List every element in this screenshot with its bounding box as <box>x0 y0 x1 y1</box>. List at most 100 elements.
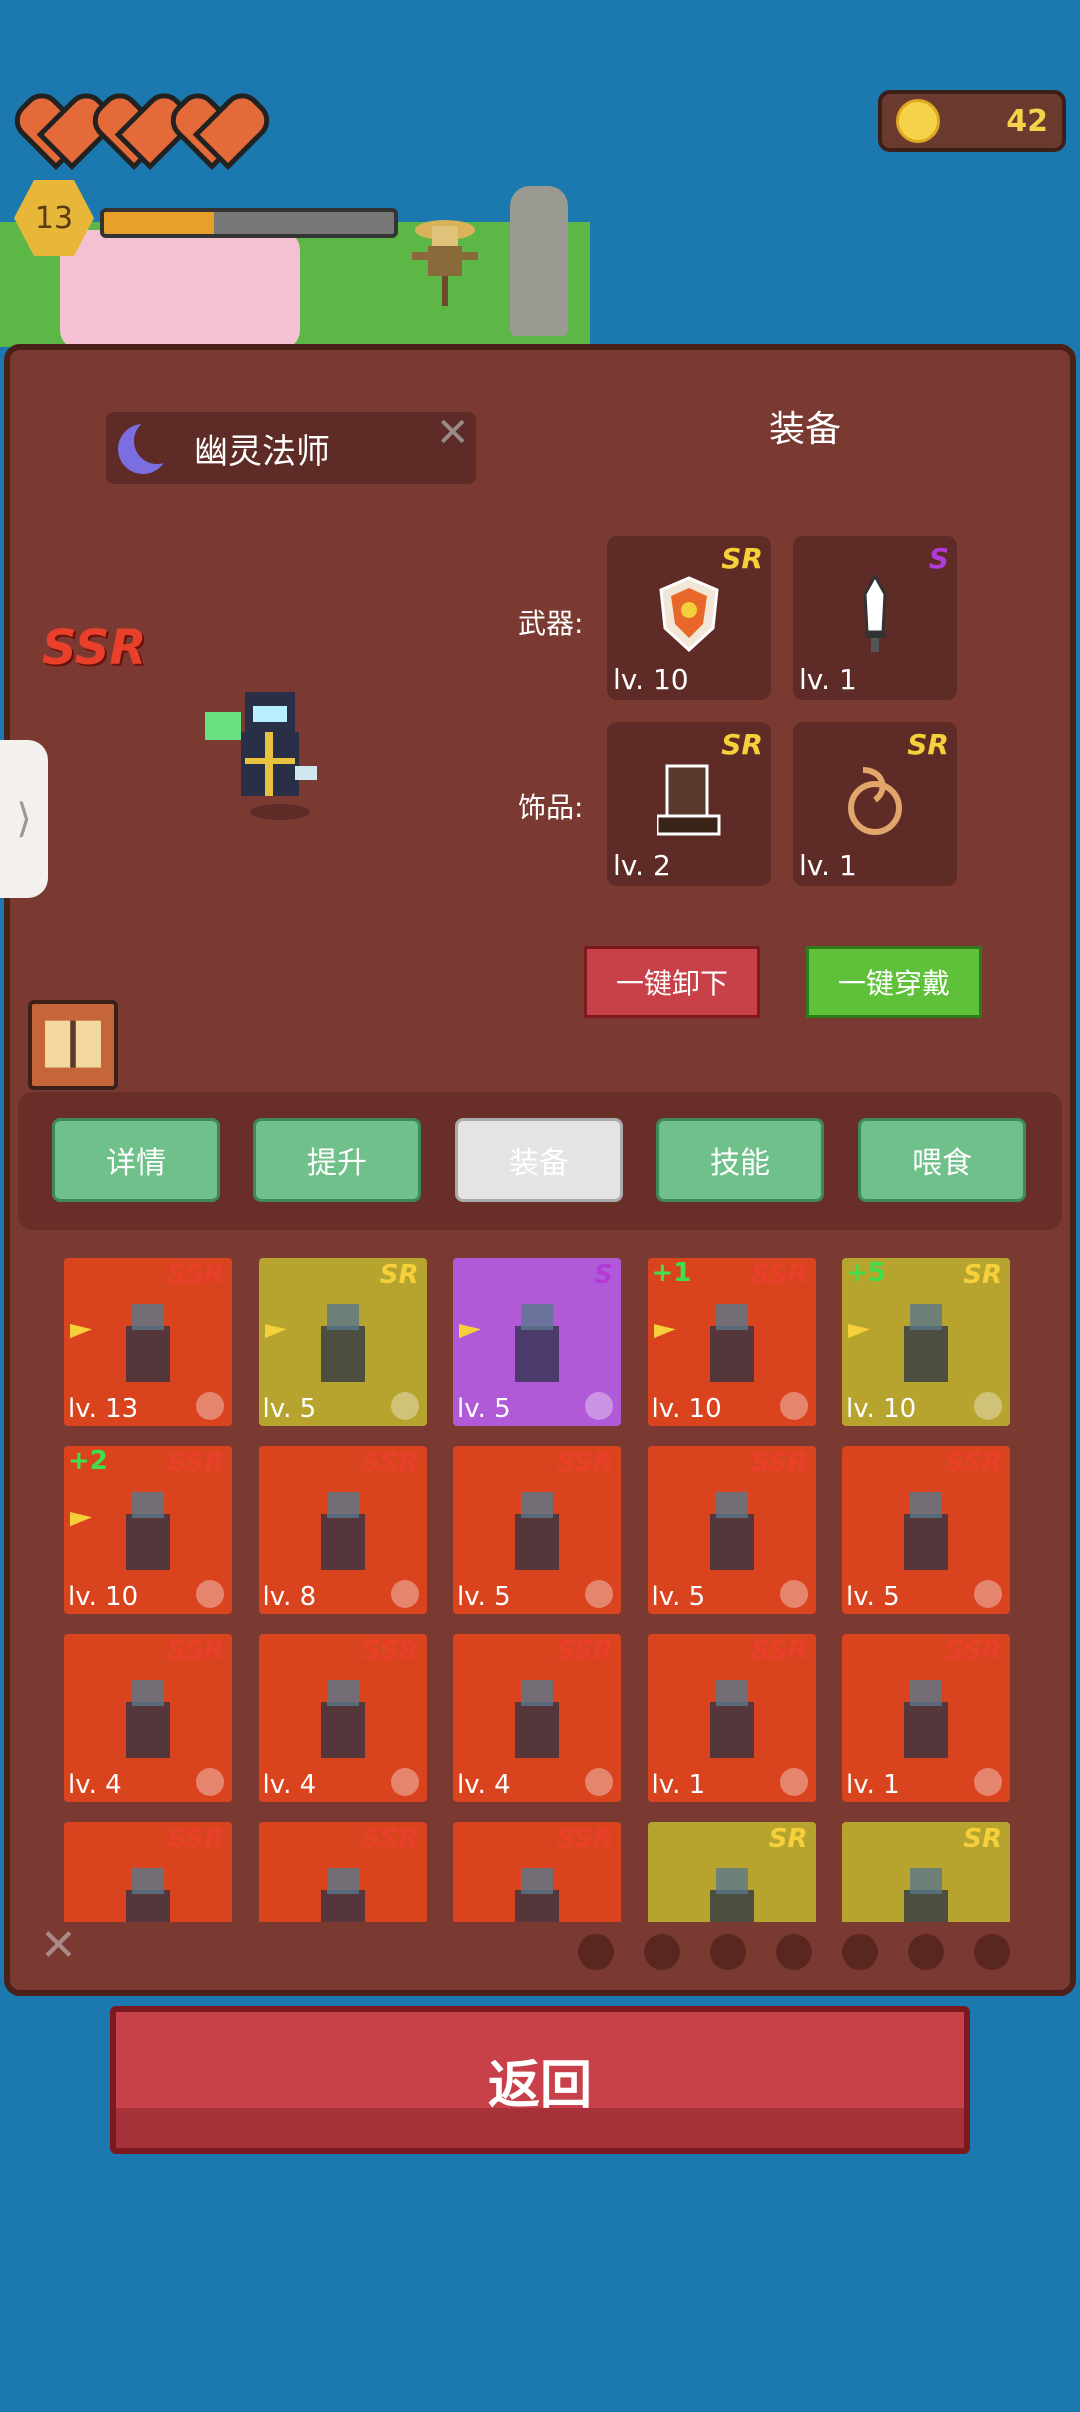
card-level: lv. 10 <box>651 1394 722 1424</box>
dagger-icon <box>863 574 887 652</box>
return-button[interactable]: 返回 <box>110 2006 970 2154</box>
equip-slot-weapon-1[interactable]: SR lv. 10 <box>607 536 771 700</box>
card-level: lv. 4 <box>68 1770 122 1800</box>
card-rarity: SSR <box>361 1448 419 1478</box>
creature-sprite <box>320 1680 365 1758</box>
element-icon <box>390 1580 419 1608</box>
hero-card[interactable]: SSR lv. 13 <box>64 1258 232 1426</box>
hero-card[interactable]: SSR lv. 4 <box>453 1634 621 1802</box>
creature-sprite <box>709 1680 754 1758</box>
hero-card[interactable]: SSR lv. 1 <box>842 1634 1010 1802</box>
close-icon[interactable]: ✕ <box>436 410 470 456</box>
slot-rarity: S <box>928 542 949 575</box>
coin-icon <box>896 99 940 143</box>
sun-filter-icon[interactable] <box>908 1934 944 1970</box>
hero-card[interactable]: SSR <box>453 1822 621 1922</box>
creature-sprite <box>126 1304 170 1382</box>
hero-card[interactable]: Slv. 5 <box>453 1258 621 1426</box>
equip-slot-weapon-2[interactable]: S lv. 1 <box>793 536 957 700</box>
player-level: 13 <box>34 200 74 236</box>
card-rarity: SSR <box>750 1260 808 1290</box>
card-rarity: SR <box>963 1824 1002 1854</box>
card-level: lv. 1 <box>846 1770 900 1800</box>
card-level: lv. 5 <box>457 1582 511 1612</box>
card-rarity: SSR <box>167 1636 224 1666</box>
creature-sprite <box>904 1492 948 1570</box>
water-filter-icon[interactable] <box>710 1934 746 1970</box>
equipment-title: 装备 <box>768 409 841 450</box>
card-level: lv. 8 <box>262 1582 317 1612</box>
filter-bar: ✕ <box>30 1920 1050 1980</box>
earth-filter-icon[interactable] <box>644 1934 680 1970</box>
hero-card[interactable]: SSR lv. 1 <box>647 1634 816 1802</box>
cycle-filter-icon[interactable] <box>974 1934 1010 1970</box>
creature-sprite <box>320 1492 365 1570</box>
hero-card[interactable]: SSR lv. 8 <box>258 1446 427 1614</box>
hero-card[interactable]: SSR lv. 4 <box>64 1634 232 1802</box>
creature-sprite <box>126 1680 170 1758</box>
element-icon <box>585 1768 613 1796</box>
card-rarity: SR <box>963 1260 1002 1290</box>
unequip-all-button[interactable]: 一键卸下 <box>584 946 760 1018</box>
flag-icon <box>459 1324 481 1350</box>
hero-card[interactable]: SSR lv. 5 <box>453 1446 621 1614</box>
hero-name-bar: 幽灵法师 <box>106 412 476 484</box>
tab-details[interactable]: 详情 <box>52 1118 220 1202</box>
hero-card[interactable]: SSR lv. 4 <box>258 1634 427 1802</box>
card-level: lv. 10 <box>68 1582 139 1612</box>
hero-card[interactable]: SR lv. 5 <box>258 1258 427 1426</box>
card-bonus: +2 <box>68 1446 108 1476</box>
book-icon[interactable] <box>28 1000 118 1090</box>
card-rarity: SSR <box>556 1824 613 1854</box>
creature-sprite <box>320 1868 365 1922</box>
equip-slot-accessory-2[interactable]: SR lv. 1 <box>793 722 957 886</box>
element-icon <box>974 1768 1002 1796</box>
slot-level: lv. 1 <box>799 663 857 696</box>
hero-card[interactable]: SR +5 lv. 10 <box>842 1258 1010 1426</box>
card-rarity: SSR <box>556 1636 613 1666</box>
slot-level: lv. 10 <box>613 663 689 696</box>
hero-card[interactable]: SSR +1 lv. 10 <box>647 1258 816 1426</box>
slot-level: lv. 1 <box>799 849 857 882</box>
equip-all-button[interactable]: 一键穿戴 <box>806 946 982 1018</box>
fire-filter-icon[interactable] <box>842 1934 878 1970</box>
hero-grid: SSR lv. 13 SR lv. 5 Slv. 5 SSR +1 lv. 10 SR +5 lv.… <box>64 1258 1024 1922</box>
element-icon <box>779 1392 808 1420</box>
card-level: lv. 5 <box>457 1394 511 1424</box>
tab-upgrade[interactable]: 提升 <box>253 1118 421 1202</box>
coin-counter[interactable]: 42 <box>878 90 1066 152</box>
card-rarity: SSR <box>750 1448 808 1478</box>
hero-card[interactable]: SSR lv. 5 <box>647 1446 816 1614</box>
equip-slot-accessory-1[interactable]: SR lv. 2 <box>607 722 771 886</box>
hero-card[interactable]: SR <box>842 1822 1010 1922</box>
hero-card[interactable]: SSR lv. 5 <box>842 1446 1010 1614</box>
element-icon <box>390 1768 419 1796</box>
side-drawer-tab[interactable]: ⟩ <box>0 740 48 898</box>
element-icon <box>196 1392 224 1420</box>
hero-card[interactable]: SSR +2 lv. 10 <box>64 1446 232 1614</box>
creature-sprite <box>709 1868 754 1922</box>
card-rarity: SSR <box>556 1448 613 1478</box>
slot-level: lv. 2 <box>613 849 671 882</box>
hero-rarity-badge: SSR <box>42 620 147 676</box>
creature-sprite <box>515 1304 559 1382</box>
card-rarity: SSR <box>361 1824 419 1854</box>
card-level: lv. 13 <box>68 1394 139 1424</box>
tab-equipment[interactable]: 装备 <box>455 1118 623 1202</box>
element-icon <box>779 1768 808 1796</box>
tab-skills[interactable]: 技能 <box>656 1118 824 1202</box>
element-icon <box>196 1580 224 1608</box>
tab-feed[interactable]: 喂食 <box>858 1118 1026 1202</box>
clear-filter-icon[interactable]: ✕ <box>40 1920 77 1971</box>
element-icon <box>585 1580 613 1608</box>
hero-card[interactable]: SSR <box>258 1822 427 1922</box>
hero-card[interactable]: SSR <box>64 1822 232 1922</box>
card-level: lv. 4 <box>457 1770 511 1800</box>
card-rarity: SSR <box>167 1260 224 1290</box>
card-level: lv. 4 <box>262 1770 317 1800</box>
wind-filter-icon[interactable] <box>776 1934 812 1970</box>
moon-filter-icon[interactable] <box>578 1934 614 1970</box>
hero-card[interactable]: SR <box>647 1822 816 1922</box>
card-rarity: SR <box>768 1824 808 1854</box>
card-level: lv. 10 <box>846 1394 917 1424</box>
